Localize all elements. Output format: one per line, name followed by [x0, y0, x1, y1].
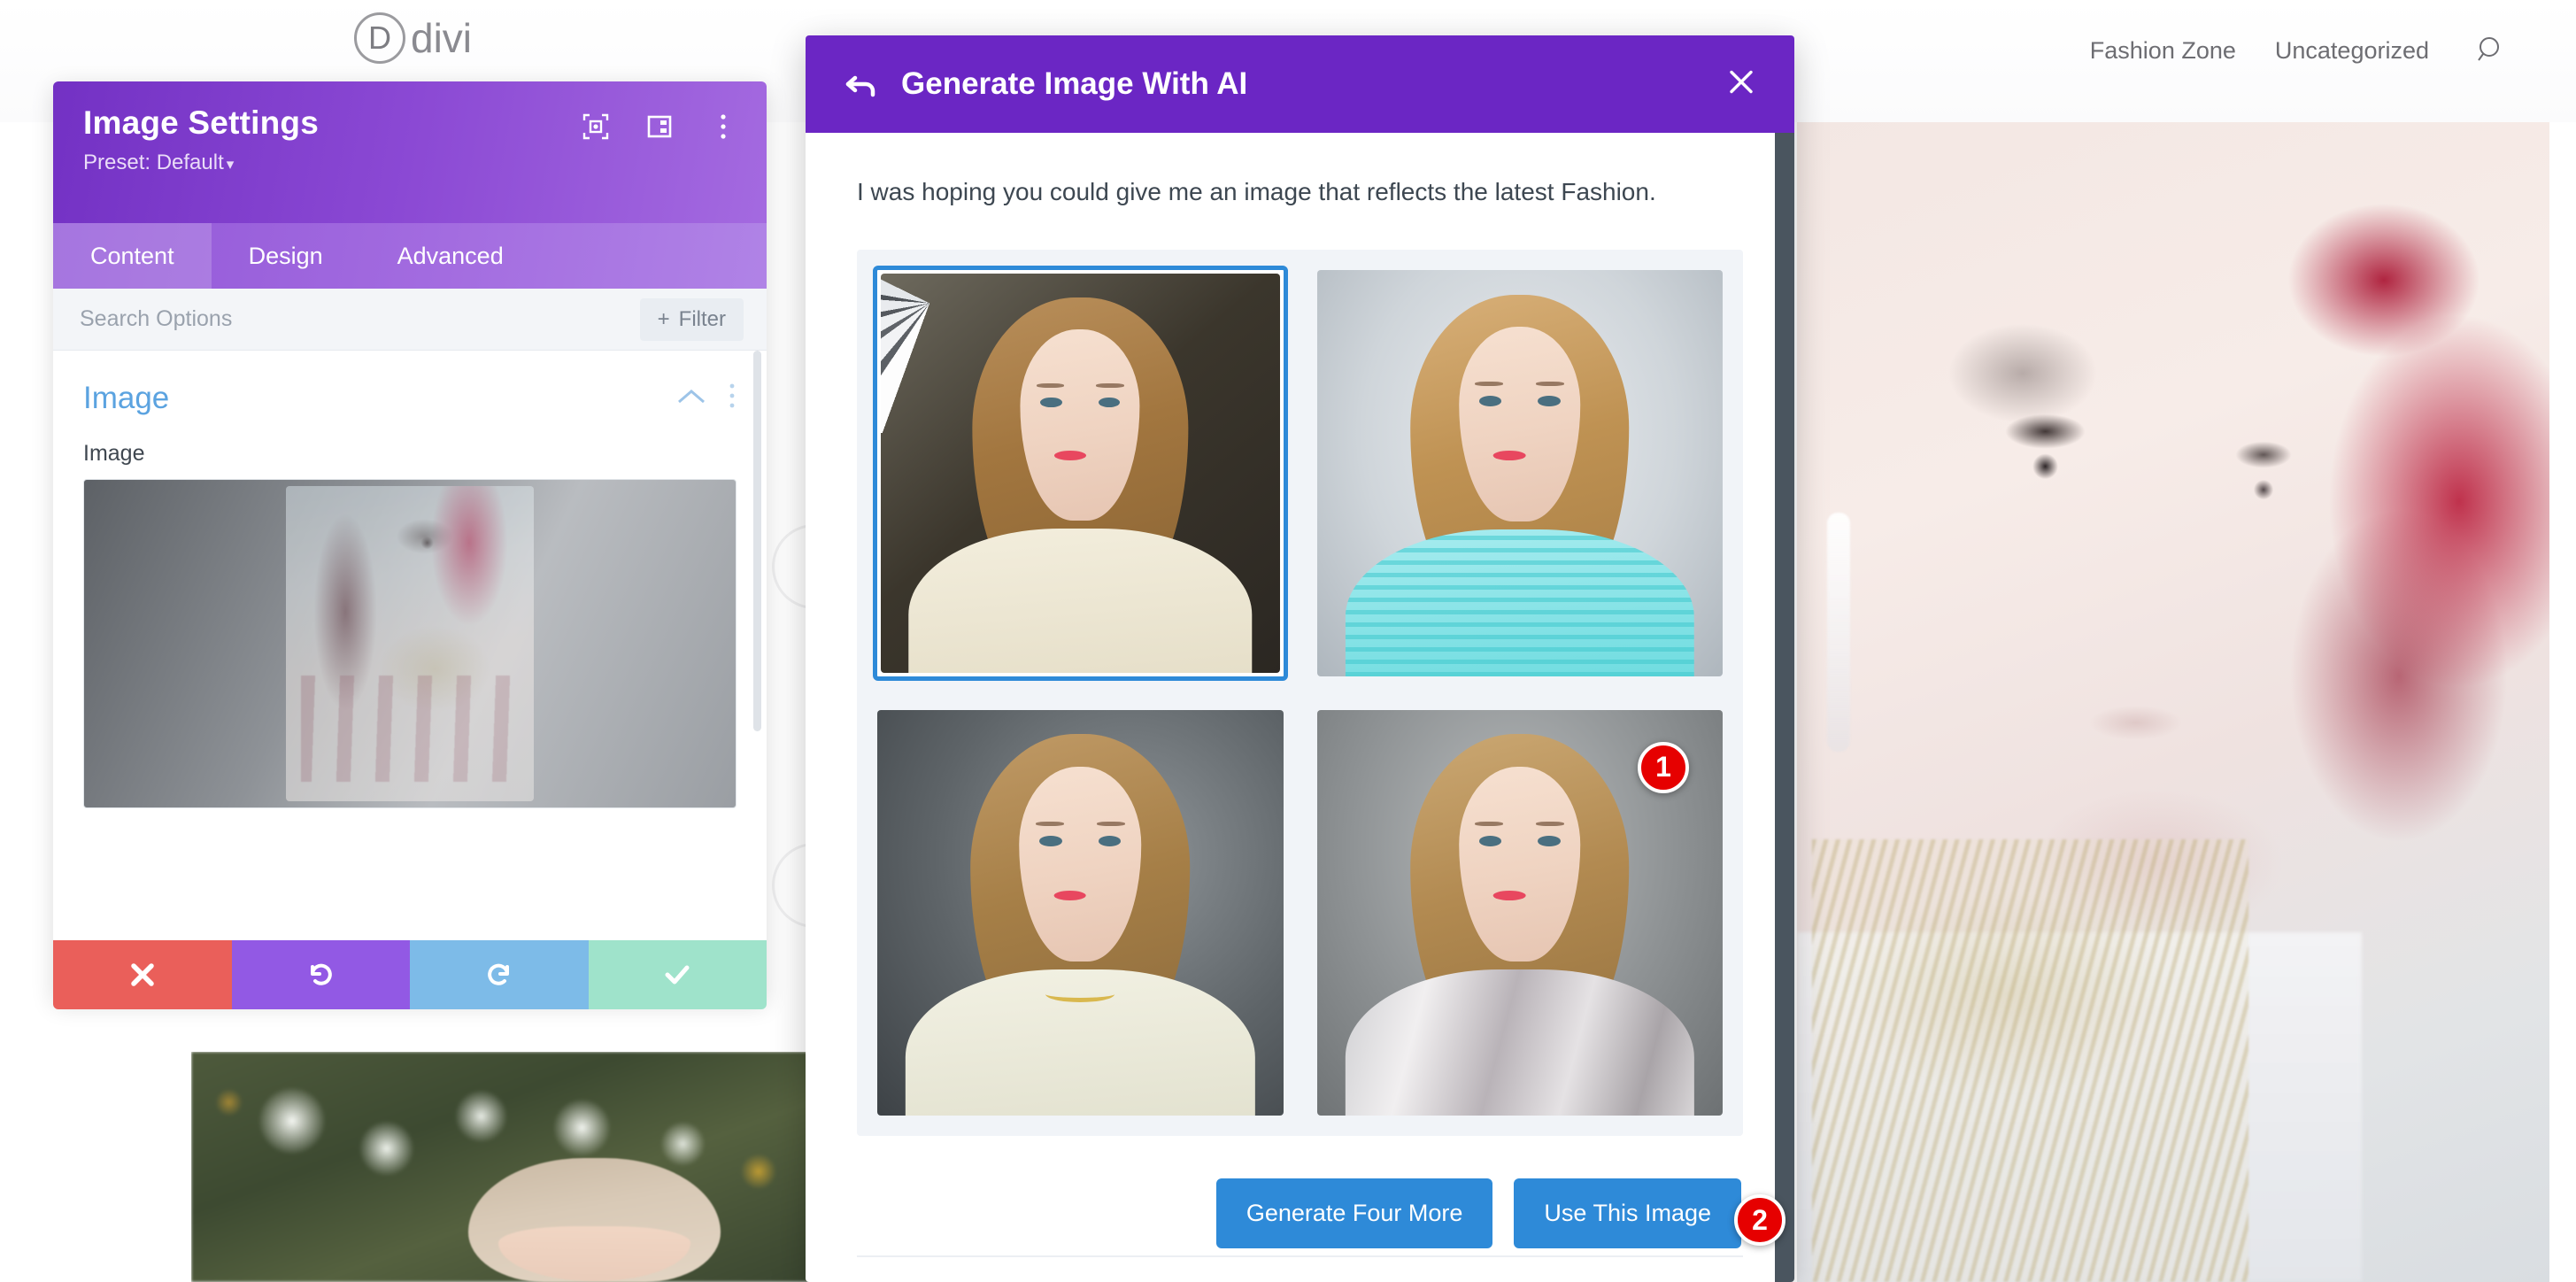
results-grid: 1 [873, 266, 1727, 1120]
results-container: 1 [857, 250, 1743, 1136]
hero-image-right [1797, 117, 2549, 1282]
panel-header: Image Settings Preset: Default ▾ [53, 81, 767, 223]
panel-search-row: Search Options + Filter [53, 289, 767, 351]
flower-photo-block [191, 1052, 821, 1282]
result-image-2-photo [1316, 270, 1723, 676]
result-image-2[interactable] [1313, 266, 1728, 681]
panel-preset-selector[interactable]: Preset: Default ▾ [83, 151, 737, 175]
search-icon[interactable] [2477, 35, 2507, 66]
section-title: Image [83, 381, 170, 415]
image-preview-thumbnail [286, 486, 534, 801]
modal-body: I was hoping you could give me an image … [806, 133, 1794, 1248]
panel-scrollbar[interactable] [753, 351, 761, 731]
chevron-up-icon[interactable] [676, 385, 706, 413]
result-image-3[interactable] [873, 706, 1288, 1121]
nav-item-fashion-zone[interactable]: Fashion Zone [2090, 37, 2236, 65]
image-settings-panel: Image Settings Preset: Default ▾ Content… [53, 81, 767, 1009]
annotation-badge-2: 2 [1734, 1194, 1785, 1246]
annotation-badge-1: 1 [1638, 741, 1689, 793]
hero-earring [1827, 513, 1850, 753]
nav-item-uncategorized[interactable]: Uncategorized [2275, 37, 2429, 65]
result-image-1-photo [881, 274, 1280, 673]
undo-button[interactable] [231, 940, 410, 1009]
result-image-3-photo [877, 709, 1284, 1116]
close-icon[interactable] [1725, 66, 1757, 103]
plus-icon: + [657, 306, 670, 331]
redo-button[interactable] [410, 940, 589, 1009]
image-preview-uploader[interactable] [83, 479, 737, 808]
prompt-text: I was hoping you could give me an image … [857, 178, 1656, 205]
panel-preset-label: Preset: Default [83, 151, 224, 174]
modal-footer: Generate Four More Use This Image 2 [857, 1178, 1785, 1248]
result-image-4[interactable]: 1 [1313, 706, 1728, 1121]
panel-header-icons [582, 113, 737, 140]
page-root: D divi Fashion Zone Uncategorized Image … [0, 0, 2576, 1282]
panel-action-bar [53, 940, 767, 1009]
hero-necklace [1812, 838, 2248, 1282]
back-arrow-icon[interactable] [843, 66, 880, 103]
result-image-1[interactable] [873, 266, 1288, 681]
tab-content[interactable]: Content [53, 223, 212, 289]
section-header-image[interactable]: Image [53, 351, 767, 425]
focus-frame-icon[interactable] [582, 113, 609, 140]
cancel-button[interactable] [53, 940, 232, 1009]
modal-divider [857, 1255, 1743, 1257]
divi-logo: D divi [354, 12, 472, 64]
modal-header: Generate Image With AI [806, 35, 1794, 133]
panel-tabs: Content Design Advanced [53, 223, 767, 289]
modal-scrollbar[interactable] [1775, 133, 1794, 1282]
save-button[interactable] [588, 940, 767, 1009]
tab-design[interactable]: Design [212, 223, 360, 289]
modal-title: Generate Image With AI [901, 66, 1248, 101]
divi-logo-mark: D [354, 12, 405, 64]
search-options-input[interactable]: Search Options [80, 306, 640, 332]
layout-columns-icon[interactable] [646, 113, 673, 140]
chevron-down-icon: ▾ [226, 156, 235, 173]
more-vertical-icon[interactable] [710, 113, 737, 140]
field-label-image: Image [83, 441, 145, 466]
generate-four-more-button[interactable]: Generate Four More [1215, 1178, 1493, 1248]
divi-logo-text: divi [411, 15, 473, 61]
site-navigation: Fashion Zone Uncategorized [2090, 35, 2507, 66]
more-vertical-icon[interactable] [728, 382, 737, 415]
generate-image-ai-modal: Generate Image With AI I was hoping you … [806, 35, 1794, 1282]
filter-label: Filter [678, 306, 726, 331]
image-preview-graphic [300, 675, 520, 783]
filter-button[interactable]: + Filter [639, 297, 744, 341]
panel-body: Image Image [53, 351, 767, 940]
use-this-image-button[interactable]: Use This Image [1514, 1178, 1741, 1248]
tab-advanced[interactable]: Advanced [360, 223, 541, 289]
